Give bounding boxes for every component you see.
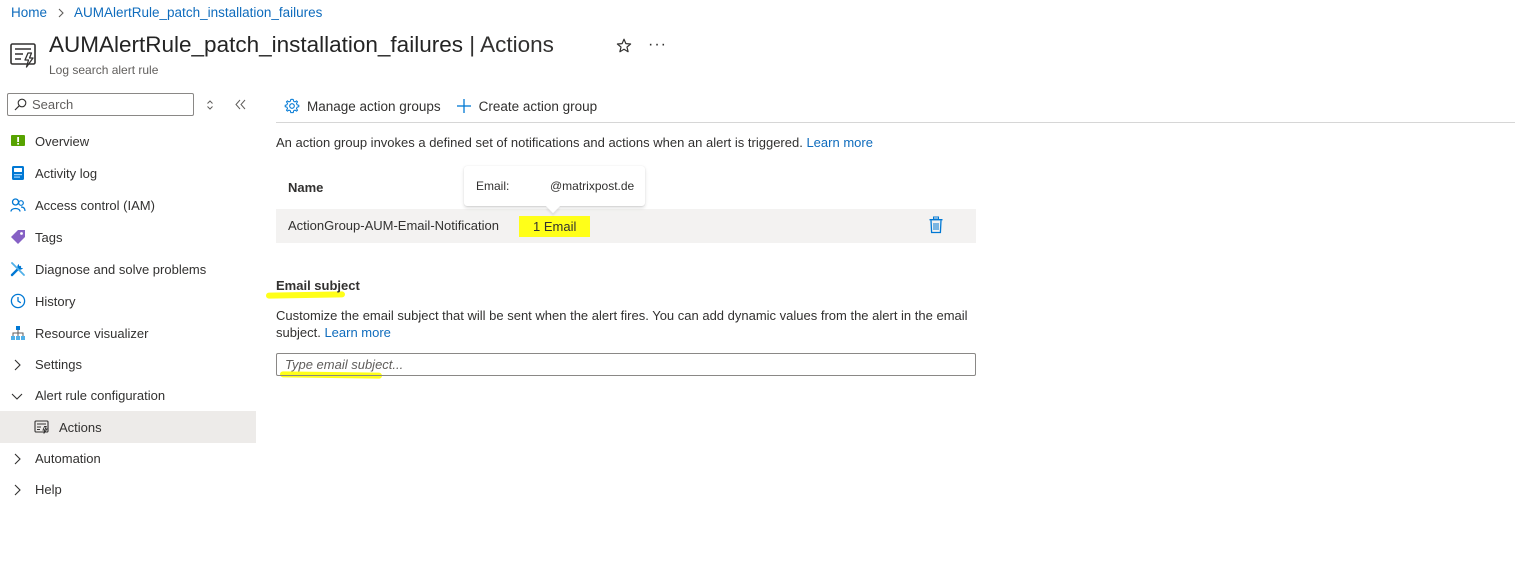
table-row[interactable]: ActionGroup-AUM-Email-Notification 1 Ema… [276,209,976,243]
sidebar-item-label: Diagnose and solve problems [35,261,207,277]
more-options-button[interactable]: ··· [648,36,667,54]
sidebar-item-label: Access control (IAM) [35,197,155,213]
breadcrumb-home-link[interactable]: Home [11,5,47,20]
sidebar-item-activity-log[interactable]: Activity log [0,157,256,189]
breadcrumb: Home AUMAlertRule_patch_installation_fai… [11,5,322,20]
chevron-right-icon [10,483,24,497]
sidebar-group-automation[interactable]: Automation [0,443,256,474]
sidebar-group-help[interactable]: Help [0,474,256,505]
manage-action-groups-button[interactable]: Manage action groups [284,98,441,114]
alert-rule-icon [34,419,50,435]
sidebar-group-label: Alert rule configuration [35,388,166,403]
tag-icon [10,229,26,245]
hierarchy-icon [10,325,26,341]
sidebar-item-history[interactable]: History [0,285,256,317]
column-header-name: Name [288,180,324,195]
alert-rule-icon [9,39,41,71]
resource-type-label: Log search alert rule [49,63,159,77]
sidebar-item-label: Actions [59,419,102,435]
tooltip-value: @matrixpost.de [550,179,635,193]
sidebar-item-label: Overview [35,133,90,149]
create-action-group-label: Create action group [478,98,598,114]
tooltip-label: Email: [476,179,510,193]
chevron-right-icon [57,8,65,18]
sidebar-group-label: Automation [35,451,101,466]
overview-icon [10,133,26,149]
section-name: | Actions [462,32,554,57]
gear-icon [284,98,300,114]
email-subject-hint: Customize the email subject that will be… [276,307,976,341]
sidebar-item-label: History [35,293,76,309]
search-icon [14,98,27,111]
sidebar-item-tags[interactable]: Tags [0,221,256,253]
sidebar-item-label: Tags [35,229,63,245]
sidebar-item-resource-visualizer[interactable]: Resource visualizer [0,317,256,349]
chevron-right-icon [10,358,24,372]
sidebar-search-box[interactable] [7,93,194,116]
clock-icon [10,293,26,309]
sidebar-group-alert-rule-configuration[interactable]: Alert rule configuration [0,380,256,411]
email-tooltip: Email: @matrixpost.de [464,166,645,214]
sidebar-search-input[interactable] [32,97,182,112]
chevron-down-icon [10,389,24,403]
action-group-description: An action group invokes a defined set of… [276,135,873,150]
sidebar-item-access-control[interactable]: Access control (IAM) [0,189,256,221]
page-title: AUMAlertRule_patch_installation_failures… [49,32,554,58]
chevron-right-icon [10,452,24,466]
collapse-sidebar-icon[interactable] [234,98,247,111]
people-icon [10,197,26,213]
description-text: An action group invokes a defined set of… [276,135,803,150]
command-bar: Manage action groups Create action group [276,90,612,122]
email-subject-input[interactable] [276,353,976,376]
email-action-badge[interactable]: 1 Email [519,216,591,237]
sidebar-item-diagnose[interactable]: Diagnose and solve problems [0,253,256,285]
sidebar-group-label: Settings [35,357,82,372]
activity-log-icon [10,165,26,181]
favorite-star-icon[interactable] [615,37,633,55]
email-subject-learn-more-link[interactable]: Learn more [324,325,390,340]
wrench-icon [10,261,26,277]
create-action-group-button[interactable]: Create action group [456,98,598,114]
email-subject-heading: Email subject [276,278,360,293]
manage-action-groups-label: Manage action groups [307,98,441,114]
action-group-name: ActionGroup-AUM-Email-Notification [288,218,499,233]
sidebar-item-actions[interactable]: Actions [0,411,256,443]
sidebar-group-label: Help [35,482,62,497]
sidebar-item-label: Activity log [35,165,98,181]
command-bar-divider [276,122,1515,123]
sort-icon[interactable] [204,98,216,112]
learn-more-link[interactable]: Learn more [806,135,872,150]
plus-icon [456,99,471,113]
breadcrumb-current-link[interactable]: AUMAlertRule_patch_installation_failures [74,5,322,20]
sidebar-group-settings[interactable]: Settings [0,349,256,380]
delete-icon[interactable] [928,216,944,234]
sidebar-item-overview[interactable]: Overview [0,125,256,157]
sidebar-nav: Overview Activity log Access control (IA… [0,125,256,505]
sidebar-item-label: Resource visualizer [35,325,149,341]
resource-name: AUMAlertRule_patch_installation_failures [49,32,463,57]
